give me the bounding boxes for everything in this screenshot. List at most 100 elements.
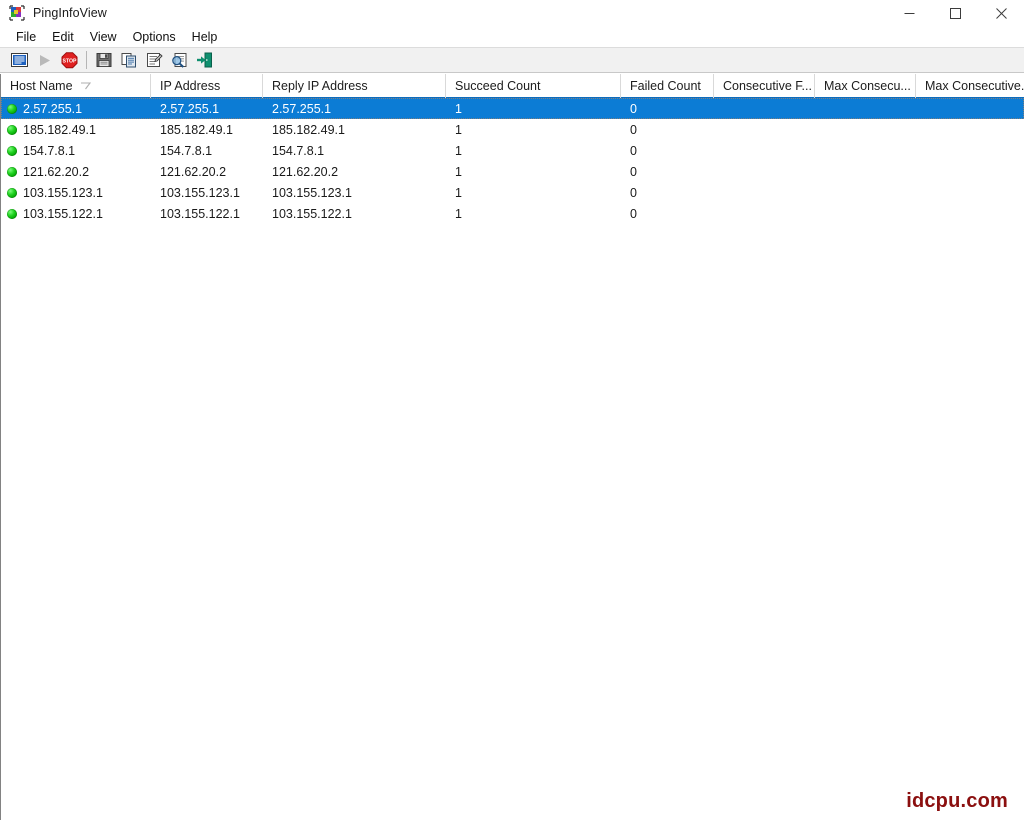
cell-reply-ip-address: 121.62.20.2	[272, 164, 339, 179]
table-row[interactable]: 103.155.123.1 103.155.123.1 103.155.123.1 1…	[1, 182, 1024, 203]
column-header-host-name[interactable]: Host Name	[1, 74, 151, 98]
stop-icon[interactable]: STOP	[57, 49, 81, 71]
cell-max-consecutive-succeeded	[815, 203, 916, 224]
cell-consecutive-failed	[714, 119, 815, 140]
cell-max-consecutive-succeeded	[815, 161, 916, 182]
toolbar: STOP	[0, 47, 1024, 73]
column-header-label: IP Address	[160, 79, 221, 93]
column-header-label: Reply IP Address	[272, 79, 368, 93]
table-row[interactable]: 185.182.49.1 185.182.49.1 185.182.49.1 1 0	[1, 119, 1024, 140]
column-header-failed-count[interactable]: Failed Count	[621, 74, 714, 98]
menu-item-view[interactable]: View	[82, 28, 125, 46]
cell-succeed-count: 1	[455, 101, 462, 116]
cell-text: 121.62.20.2	[23, 164, 90, 179]
cell-host-name: 121.62.20.2	[1, 161, 151, 182]
minimize-button[interactable]	[886, 0, 932, 26]
play-icon[interactable]	[32, 49, 56, 71]
column-header-label: Host Name	[10, 79, 73, 93]
column-header-max-consecutive-succeeded[interactable]: Max Consecu...	[815, 74, 916, 98]
cell-text: 2.57.255.1	[23, 101, 83, 116]
close-button[interactable]	[978, 0, 1024, 26]
cell-failed-count: 0	[630, 143, 637, 158]
cell-max-consecutive-failed	[916, 119, 1024, 140]
exit-icon[interactable]	[192, 49, 216, 71]
column-header-ip-address[interactable]: IP Address	[151, 74, 263, 98]
maximize-button[interactable]	[932, 0, 978, 26]
save-icon[interactable]	[92, 49, 116, 71]
column-header-max-consecutive-failed[interactable]: Max Consecutive...	[916, 74, 1024, 98]
cell-host-name: 154.7.8.1	[1, 140, 151, 161]
cell-max-consecutive-succeeded	[815, 140, 916, 161]
cell-consecutive-failed	[714, 182, 815, 203]
cell-failed-count: 0	[630, 164, 637, 179]
cell-max-consecutive-failed	[916, 98, 1024, 119]
app-icon	[9, 5, 25, 21]
menu-item-help[interactable]: Help	[184, 28, 226, 46]
table-row[interactable]: 154.7.8.1 154.7.8.1 154.7.8.1 1 0	[1, 140, 1024, 161]
menu-bar: File Edit View Options Help	[0, 26, 1024, 47]
cell-failed-count: 0	[630, 101, 637, 116]
list-view-icon[interactable]	[7, 49, 31, 71]
menu-item-options[interactable]: Options	[125, 28, 184, 46]
cell-max-consecutive-failed	[916, 203, 1024, 224]
column-header-succeed-count[interactable]: Succeed Count	[446, 74, 621, 98]
toolbar-separator	[86, 51, 87, 69]
window-title: PingInfoView	[33, 6, 107, 20]
column-header-consecutive-failed[interactable]: Consecutive F...	[714, 74, 815, 98]
find-icon[interactable]	[167, 49, 191, 71]
cell-succeed-count: 1	[455, 164, 462, 179]
cell-consecutive-failed	[714, 161, 815, 182]
cell-reply-ip-address: 103.155.123.1	[272, 185, 352, 200]
cell-host-name: 2.57.255.1	[1, 98, 151, 119]
watermark: idcpu.com	[906, 790, 1008, 812]
cell-consecutive-failed	[714, 98, 815, 119]
cell-max-consecutive-failed	[916, 182, 1024, 203]
cell-reply-ip-address: 103.155.122.1	[272, 206, 352, 221]
column-header-label: Succeed Count	[455, 79, 541, 93]
ping-results-listview[interactable]: Host Name IP Address Reply IP Address Su…	[0, 74, 1024, 820]
listview-rows: 2.57.255.1 2.57.255.1 2.57.255.1 1 0 185.182.…	[1, 98, 1024, 224]
cell-succeed-count: 1	[455, 185, 462, 200]
cell-host-name: 103.155.122.1	[1, 203, 151, 224]
cell-host-name: 185.182.49.1	[1, 119, 151, 140]
cell-succeed-count: 1	[455, 122, 462, 137]
status-ok-icon	[7, 145, 17, 156]
cell-consecutive-failed	[714, 140, 815, 161]
cell-max-consecutive-failed	[916, 161, 1024, 182]
menu-item-edit[interactable]: Edit	[44, 28, 82, 46]
sort-descending-icon	[80, 79, 91, 93]
cell-text: 103.155.122.1	[23, 206, 103, 221]
column-header-label: Max Consecutive...	[925, 79, 1024, 93]
cell-ip-address: 121.62.20.2	[160, 164, 227, 179]
cell-reply-ip-address: 2.57.255.1	[272, 101, 332, 116]
cell-failed-count: 0	[630, 122, 637, 137]
svg-text:STOP: STOP	[62, 58, 77, 64]
title-bar: PingInfoView	[0, 0, 1024, 26]
cell-text: 185.182.49.1	[23, 122, 96, 137]
cell-text: 103.155.123.1	[23, 185, 103, 200]
column-header-reply-ip-address[interactable]: Reply IP Address	[263, 74, 446, 98]
window-controls	[886, 0, 1024, 26]
status-ok-icon	[7, 187, 17, 198]
table-row[interactable]: 121.62.20.2 121.62.20.2 121.62.20.2 1 0	[1, 161, 1024, 182]
cell-max-consecutive-succeeded	[815, 98, 916, 119]
column-header-label: Max Consecu...	[824, 79, 911, 93]
column-header-label: Failed Count	[630, 79, 701, 93]
status-ok-icon	[7, 103, 17, 114]
status-ok-icon	[7, 166, 17, 177]
table-row[interactable]: 103.155.122.1 103.155.122.1 103.155.122.1 1…	[1, 203, 1024, 224]
cell-failed-count: 0	[630, 185, 637, 200]
properties-icon[interactable]	[142, 49, 166, 71]
copy-icon[interactable]	[117, 49, 141, 71]
cell-ip-address: 103.155.122.1	[160, 206, 240, 221]
cell-ip-address: 2.57.255.1	[160, 101, 220, 116]
table-row[interactable]: 2.57.255.1 2.57.255.1 2.57.255.1 1 0	[1, 98, 1024, 119]
listview-header: Host Name IP Address Reply IP Address Su…	[1, 74, 1024, 99]
menu-item-file[interactable]: File	[8, 28, 44, 46]
cell-ip-address: 103.155.123.1	[160, 185, 240, 200]
status-ok-icon	[7, 208, 17, 219]
cell-succeed-count: 1	[455, 143, 462, 158]
cell-reply-ip-address: 185.182.49.1	[272, 122, 345, 137]
cell-max-consecutive-failed	[916, 140, 1024, 161]
cell-failed-count: 0	[630, 206, 637, 221]
